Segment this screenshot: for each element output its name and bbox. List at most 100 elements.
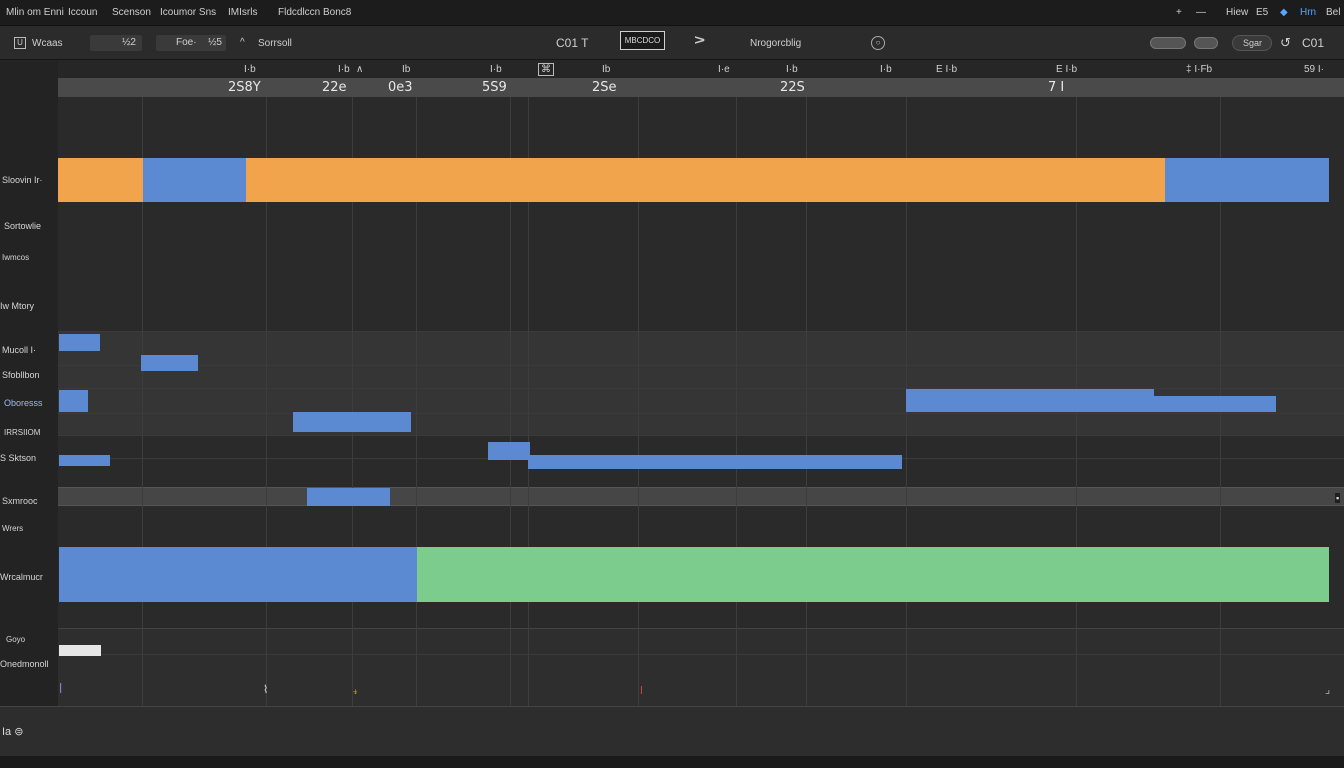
undo-icon[interactable]: ↺ xyxy=(1280,35,1291,51)
ruler-label: ∧ xyxy=(356,64,364,75)
tray-view[interactable]: Hiew xyxy=(1226,7,1248,18)
track-label[interactable]: Sloovin Ir· xyxy=(2,175,43,185)
clip-blue[interactable] xyxy=(1165,158,1329,202)
menu-scene[interactable]: Scenson xyxy=(112,7,151,18)
counter: C01 T xyxy=(556,36,589,50)
track-label[interactable]: Onedmonoll xyxy=(0,659,49,669)
track-label[interactable]: Sfobllbon xyxy=(2,370,40,380)
chevron-up-icon[interactable]: ^ xyxy=(240,37,245,48)
play-icon[interactable]: ∧ xyxy=(690,34,710,46)
tray-bell[interactable]: Bel xyxy=(1326,7,1340,18)
timeline[interactable]: ꟾ ⌇ ⍖ ǀ ⌟ ▪ xyxy=(58,97,1344,706)
tray-diamond-icon[interactable]: ◆ xyxy=(1280,7,1288,18)
tray-home[interactable]: Hrn xyxy=(1300,7,1316,18)
clip-blue[interactable] xyxy=(307,488,390,506)
track-band xyxy=(58,331,1344,435)
mode-label[interactable]: Nrogorcblig xyxy=(750,38,801,49)
track-label[interactable]: Goyo xyxy=(6,635,25,644)
clip-blue[interactable] xyxy=(488,442,530,460)
track-label[interactable]: Iwmcos xyxy=(2,253,29,262)
tray-add[interactable]: + xyxy=(1176,7,1182,18)
record-icon[interactable]: ○ xyxy=(871,36,885,50)
menu-file[interactable]: Mlin om Enni xyxy=(6,7,64,18)
ruler-label: I·e xyxy=(718,64,730,75)
track-label[interactable]: S Sktson xyxy=(0,453,36,463)
divider xyxy=(58,654,1344,655)
timecode: 5S9 xyxy=(482,80,507,95)
volume-slider[interactable] xyxy=(1150,37,1186,49)
ruler-label: ‡ I·Fb xyxy=(1186,64,1213,75)
project-name[interactable]: Wcaas xyxy=(32,38,63,49)
track-band xyxy=(58,487,1344,505)
ruler-label: E I·b xyxy=(1056,64,1078,75)
track-label[interactable]: Wrers xyxy=(2,524,23,533)
ruler-label: I·b xyxy=(244,64,256,75)
scene-label[interactable]: Sorrsoll xyxy=(258,38,292,49)
project-icon[interactable]: U xyxy=(14,37,26,49)
marker-icon[interactable]: ⍖ xyxy=(352,686,359,699)
timecode: 22S xyxy=(780,80,805,95)
menu-account[interactable]: Iccoun xyxy=(68,7,97,18)
toolbar: U Wcaas ½2 Foe· ½5 ^ Sorrsoll C01 T MBCD… xyxy=(0,26,1344,60)
timecode-row: 2S8Y 22e 0e3 5S9 2Se 22S 7 I xyxy=(58,78,1344,97)
clip-blue[interactable] xyxy=(59,547,417,602)
marker-icon[interactable]: ꟾ xyxy=(59,683,62,696)
clip-blue[interactable] xyxy=(906,389,1154,412)
marker-icon[interactable]: ⌟ xyxy=(1325,683,1330,696)
track-label[interactable]: Sortowlie xyxy=(4,221,41,231)
divider xyxy=(58,628,1344,629)
marker-icon[interactable]: ǀ xyxy=(640,685,643,697)
timecode: 7 I xyxy=(1048,80,1065,95)
timecode: 0e3 xyxy=(388,80,413,95)
clip-white[interactable] xyxy=(59,645,101,656)
divider xyxy=(58,331,1344,332)
clip-blue[interactable] xyxy=(59,334,100,351)
menu-tools[interactable]: IMIsrls xyxy=(228,7,257,18)
toggle-switch[interactable] xyxy=(1194,37,1218,49)
track-band xyxy=(58,629,1344,706)
clip-blue[interactable] xyxy=(143,158,246,202)
timecode: 22e xyxy=(322,80,347,95)
track-label[interactable]: Mucoll I· xyxy=(2,345,36,355)
ruler-marker-box[interactable]: ⌘ xyxy=(538,63,554,76)
clip-blue[interactable] xyxy=(293,412,411,432)
monitor-button[interactable]: MBCDCO xyxy=(620,31,665,50)
ruler[interactable]: I·b I·b ∧ Ib I·b ⌘ Ib I·e I·b I·b E I·b … xyxy=(58,61,1344,78)
clip-blue[interactable] xyxy=(528,455,902,469)
bottom-bar: Ia ⊜ xyxy=(0,706,1344,756)
status-bar xyxy=(0,756,1344,768)
timecode: 2S8Y xyxy=(228,80,261,95)
ruler-label: 59 I· xyxy=(1304,64,1325,75)
timecode: 2Se xyxy=(592,80,617,95)
clip-blue[interactable] xyxy=(59,455,110,466)
track-label[interactable]: Oboresss xyxy=(4,398,43,408)
ruler-label: I·b xyxy=(880,64,892,75)
clip-blue[interactable] xyxy=(141,355,198,371)
ruler-label: I·b xyxy=(338,64,350,75)
divider xyxy=(58,413,1344,414)
clip-blue[interactable] xyxy=(1154,396,1276,412)
marker-icon[interactable]: ⌇ xyxy=(263,683,268,696)
track-label[interactable]: IRRSIIOM xyxy=(4,428,40,437)
ruler-label: Ib xyxy=(402,64,411,75)
divider xyxy=(58,505,1344,506)
tray-layout[interactable]: E5 xyxy=(1256,7,1268,18)
clip-orange[interactable] xyxy=(58,158,143,202)
clip-orange[interactable] xyxy=(246,158,1165,202)
save-button[interactable]: Sgar xyxy=(1232,35,1272,51)
corner-icon[interactable]: ▪ xyxy=(1335,493,1341,503)
bottom-label[interactable]: Ia ⊜ xyxy=(2,725,23,738)
track-label[interactable]: Sxmrooc xyxy=(2,496,38,506)
track-label[interactable]: Wrcalmucr xyxy=(0,572,43,582)
ruler-label: Ib xyxy=(602,64,611,75)
menu-help[interactable]: Fldcdlccn Bonc8 xyxy=(278,7,351,18)
divider xyxy=(58,487,1344,488)
menu-bar: Mlin om Enni Iccoun Scenson Icoumor Sns … xyxy=(0,0,1344,26)
clip-blue[interactable] xyxy=(59,390,88,412)
track-label[interactable]: Iw Mtory xyxy=(0,301,34,311)
field-a[interactable]: ½2 xyxy=(90,35,142,51)
menu-monitor[interactable]: Icoumor Sns xyxy=(160,7,216,18)
tray-minimize[interactable]: — xyxy=(1196,7,1206,18)
clip-green[interactable] xyxy=(417,547,1329,602)
field-b[interactable]: Foe· ½5 xyxy=(156,35,226,51)
